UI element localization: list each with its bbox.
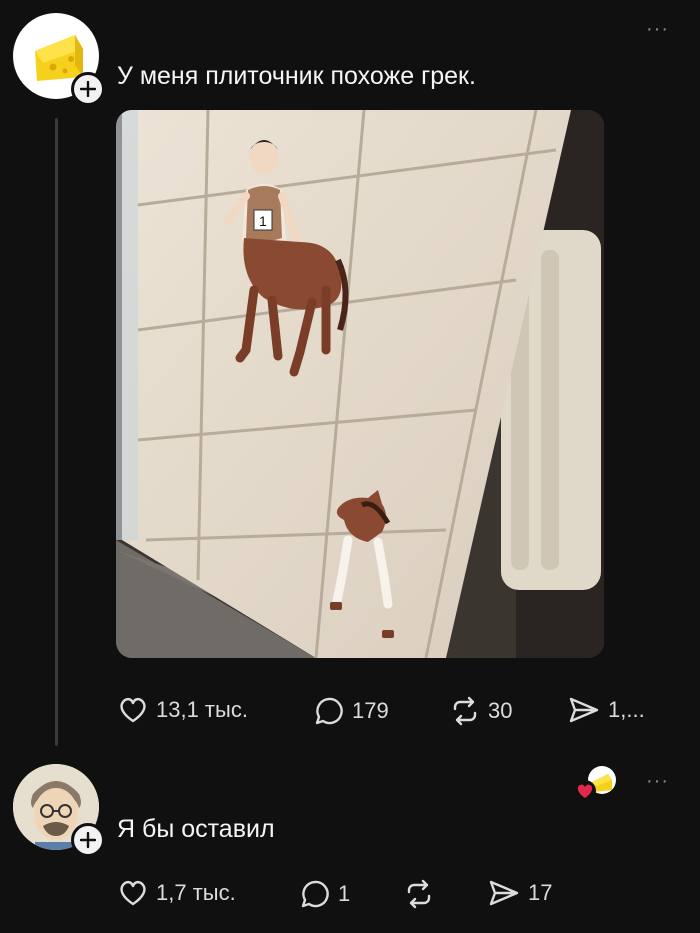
repost-icon [407, 879, 431, 909]
tiles-photo: 1 [116, 110, 604, 658]
post-reply-count: 179 [352, 698, 389, 723]
plus-icon [80, 832, 96, 848]
bib-number: 1 [259, 213, 267, 229]
post-repost-count: 30 [488, 698, 513, 723]
reply-share-button[interactable]: 17 [488, 879, 552, 907]
post-like-button[interactable]: 13,1 тыс. [118, 696, 248, 724]
post-more-button[interactable]: ··· [646, 18, 669, 41]
post-share-button[interactable]: 1,... [568, 696, 645, 724]
reply-like-button[interactable]: 1,7 тыс. [118, 879, 236, 907]
reply-more-button[interactable]: ··· [646, 770, 669, 793]
reply-like-count: 1,7 тыс. [156, 880, 236, 905]
post-share-count: 1,... [608, 697, 645, 722]
plus-icon [80, 81, 96, 97]
reply-text: Я бы оставил [117, 815, 275, 843]
follow-button[interactable] [71, 72, 105, 106]
liked-by-author-badge [572, 764, 618, 802]
reply-reply-button[interactable]: 1 [300, 879, 350, 909]
reply-reply-count: 1 [338, 881, 351, 906]
post-text: У меня плиточник похоже грек. [117, 62, 476, 90]
reply-repost-button[interactable] [404, 879, 442, 909]
reply-follow-button[interactable] [71, 823, 105, 857]
heart-icon [120, 880, 146, 906]
heart-icon [574, 780, 596, 802]
comment-icon [301, 880, 329, 908]
send-icon [489, 880, 519, 906]
repost-icon [453, 696, 477, 726]
send-icon [569, 697, 599, 723]
post-like-count: 13,1 тыс. [156, 697, 248, 722]
reply-share-count: 17 [528, 880, 553, 905]
post-image[interactable]: 1 [116, 110, 604, 658]
post-repost-button[interactable]: 30 [450, 696, 512, 726]
heart-icon [120, 697, 146, 723]
thread-line [55, 118, 58, 746]
post-reply-button[interactable]: 179 [314, 696, 389, 726]
comment-icon [315, 697, 343, 725]
